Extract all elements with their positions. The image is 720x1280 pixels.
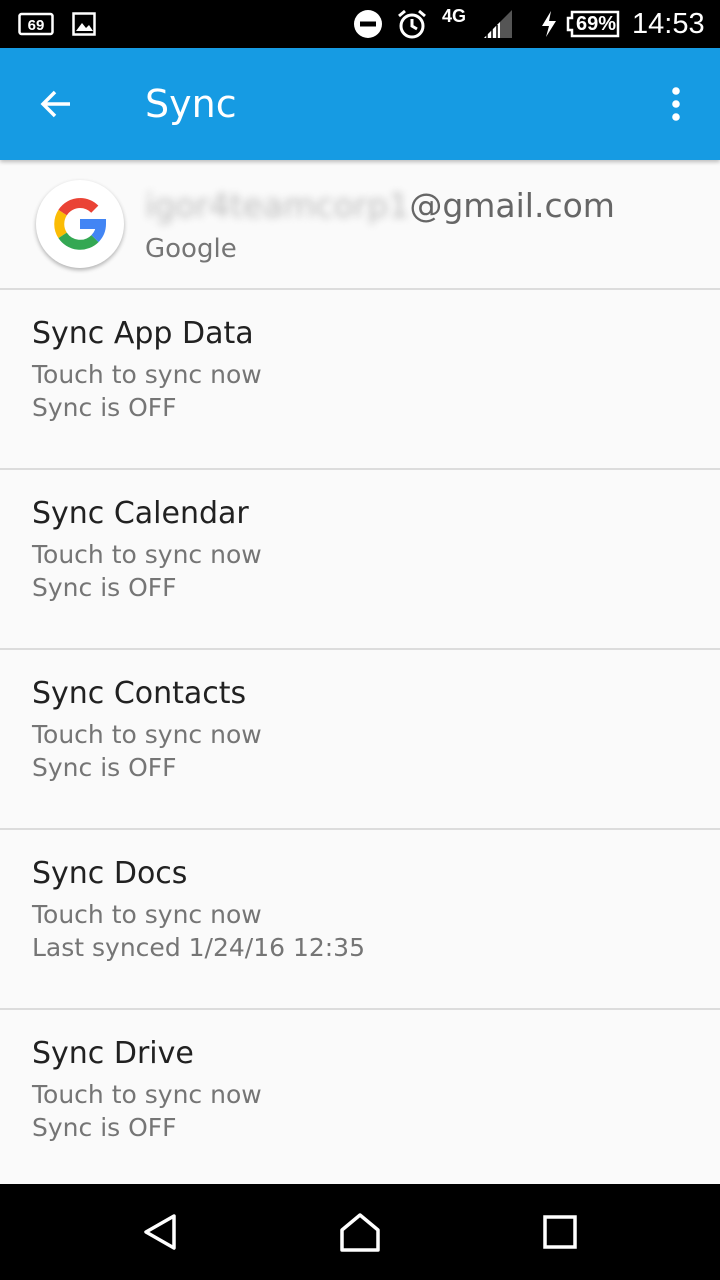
sync-item-status: Sync is OFF: [32, 573, 177, 602]
arrow-back-icon[interactable]: [32, 80, 80, 128]
email-domain: @gmail.com: [409, 186, 615, 225]
recents-icon[interactable]: [530, 1202, 590, 1262]
image-icon: [72, 0, 96, 48]
sync-list: Sync App Data Touch to sync now Sync is …: [0, 290, 720, 1190]
sync-item-calendar[interactable]: Sync Calendar Touch to sync now Sync is …: [0, 470, 720, 650]
app-bar: Sync: [0, 48, 720, 160]
sync-item-action: Touch to sync now: [32, 540, 262, 569]
status-time: 14:53: [632, 7, 705, 40]
sync-item-status: Sync is OFF: [32, 753, 177, 782]
sync-item-action: Touch to sync now: [32, 900, 262, 929]
home-icon[interactable]: [330, 1202, 390, 1262]
network-type: 4G: [442, 5, 467, 26]
more-vert-icon[interactable]: [652, 80, 700, 128]
sync-item-name: Sync Drive: [32, 1036, 194, 1071]
navigation-bar: [0, 1184, 720, 1280]
sync-item-name: Sync Calendar: [32, 496, 249, 531]
charging-icon: [540, 0, 558, 48]
sync-item-name: Sync App Data: [32, 316, 254, 351]
google-logo-icon: [36, 180, 124, 268]
notification-count: 69: [28, 17, 45, 34]
sync-item-action: Touch to sync now: [32, 1080, 262, 1109]
notification-badge-icon: 69: [18, 0, 54, 48]
sync-item-name: Sync Contacts: [32, 676, 247, 711]
account-type: Google: [145, 234, 237, 264]
sync-item-name: Sync Docs: [32, 856, 188, 891]
page-title: Sync: [145, 82, 237, 126]
battery-percent: 69%: [575, 12, 617, 35]
sync-item-docs[interactable]: Sync Docs Touch to sync now Last synced …: [0, 830, 720, 1010]
sync-item-status: Last synced 1/24/16 12:35: [32, 933, 365, 962]
sync-item-status: Sync is OFF: [32, 393, 177, 422]
status-bar: 69 4G 69% 14:53: [0, 0, 720, 48]
signal-icon: [482, 0, 514, 48]
email-user: igor4teamcorp1: [145, 186, 410, 225]
back-triangle-icon[interactable]: [130, 1202, 190, 1262]
sync-item-action: Touch to sync now: [32, 720, 262, 749]
sync-item-drive[interactable]: Sync Drive Touch to sync now Sync is OFF: [0, 1010, 720, 1190]
dnd-icon: [353, 0, 383, 48]
sync-item-app-data[interactable]: Sync App Data Touch to sync now Sync is …: [0, 290, 720, 470]
sync-item-action: Touch to sync now: [32, 360, 262, 389]
sync-item-contacts[interactable]: Sync Contacts Touch to sync now Sync is …: [0, 650, 720, 830]
alarm-icon: [396, 0, 428, 48]
account-header: igor4teamcorp1@gmail.com Google: [0, 160, 720, 290]
sync-item-status: Sync is OFF: [32, 1113, 177, 1142]
account-email: igor4teamcorp1@gmail.com: [145, 186, 615, 225]
